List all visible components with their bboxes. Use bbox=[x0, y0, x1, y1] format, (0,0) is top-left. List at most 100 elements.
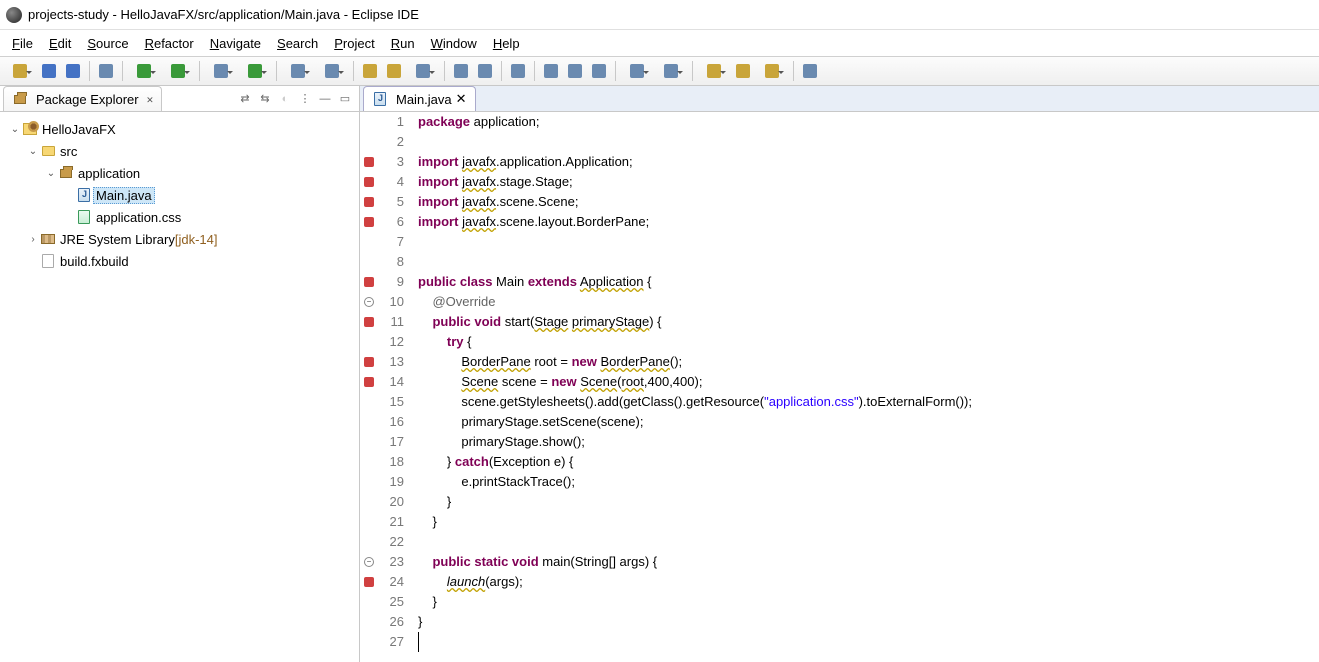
tree-item-main-java[interactable]: ›Main.java bbox=[4, 184, 355, 206]
tree-item-build-fxbuild[interactable]: ›build.fxbuild bbox=[4, 250, 355, 272]
block-sel-button[interactable] bbox=[564, 60, 586, 82]
debug-button[interactable] bbox=[128, 60, 160, 82]
code-line[interactable]: import javafx.scene.layout.BorderPane; bbox=[418, 212, 1319, 232]
ext-run-button[interactable] bbox=[239, 60, 271, 82]
code-line[interactable] bbox=[418, 532, 1319, 552]
code-line[interactable]: launch(args); bbox=[418, 572, 1319, 592]
tree-item-hellojavafx[interactable]: ⌄HelloJavaFX bbox=[4, 118, 355, 140]
code-line[interactable]: } bbox=[418, 612, 1319, 632]
view-menu-icon[interactable]: ⋮ bbox=[297, 91, 313, 107]
coverage-button[interactable] bbox=[205, 60, 237, 82]
code-editor[interactable]: −− 1234567891011121314151617181920212223… bbox=[360, 112, 1319, 662]
save-button[interactable] bbox=[38, 60, 60, 82]
pin-button[interactable] bbox=[799, 60, 821, 82]
back-button[interactable] bbox=[698, 60, 730, 82]
code-line[interactable]: primaryStage.setScene(scene); bbox=[418, 412, 1319, 432]
fold-icon[interactable]: − bbox=[364, 557, 374, 567]
twisty-icon[interactable]: › bbox=[26, 234, 40, 245]
gutter-fold[interactable]: − bbox=[360, 292, 378, 312]
code-content[interactable]: package application; import javafx.applic… bbox=[410, 112, 1319, 662]
code-line[interactable]: } bbox=[418, 492, 1319, 512]
gutter-blank[interactable] bbox=[360, 532, 378, 552]
gutter-error[interactable] bbox=[360, 312, 378, 332]
gutter-blank[interactable] bbox=[360, 592, 378, 612]
tree-item-application[interactable]: ⌄application bbox=[4, 162, 355, 184]
code-line[interactable]: Scene scene = new Scene(root,400,400); bbox=[418, 372, 1319, 392]
gutter-blank[interactable] bbox=[360, 472, 378, 492]
gutter-fold[interactable]: − bbox=[360, 552, 378, 572]
tree-item-src[interactable]: ⌄src bbox=[4, 140, 355, 162]
gutter-blank[interactable] bbox=[360, 432, 378, 452]
code-line[interactable]: e.printStackTrace(); bbox=[418, 472, 1319, 492]
open-type-button[interactable] bbox=[359, 60, 381, 82]
collapse-all-icon[interactable]: ⇄ bbox=[237, 91, 253, 107]
next-ann-button[interactable] bbox=[621, 60, 653, 82]
gutter-error[interactable] bbox=[360, 372, 378, 392]
gutter-blank[interactable] bbox=[360, 232, 378, 252]
minimize-view-icon[interactable]: — bbox=[317, 91, 333, 107]
menu-file[interactable]: File bbox=[4, 33, 41, 54]
search-button[interactable] bbox=[407, 60, 439, 82]
wand-button[interactable] bbox=[95, 60, 117, 82]
twisty-icon[interactable]: ⌄ bbox=[26, 146, 40, 157]
close-tab-icon[interactable]: ✕ bbox=[456, 91, 467, 107]
gutter-error[interactable] bbox=[360, 572, 378, 592]
open-task-button[interactable] bbox=[383, 60, 405, 82]
new-button[interactable] bbox=[4, 60, 36, 82]
code-line[interactable]: import javafx.application.Application; bbox=[418, 152, 1319, 172]
toggle-mark-button[interactable] bbox=[450, 60, 472, 82]
gutter-blank[interactable] bbox=[360, 132, 378, 152]
code-line[interactable]: primaryStage.show(); bbox=[418, 432, 1319, 452]
maximize-view-icon[interactable]: ▭ bbox=[337, 91, 353, 107]
package-tree[interactable]: ⌄HelloJavaFX⌄src⌄application›Main.java›a… bbox=[0, 112, 359, 662]
save-all-button[interactable] bbox=[62, 60, 84, 82]
code-line[interactable]: BorderPane root = new BorderPane(); bbox=[418, 352, 1319, 372]
gutter-blank[interactable] bbox=[360, 612, 378, 632]
fold-icon[interactable]: − bbox=[364, 297, 374, 307]
gutter-error[interactable] bbox=[360, 352, 378, 372]
code-line[interactable]: import javafx.scene.Scene; bbox=[418, 192, 1319, 212]
toggle-break-button[interactable] bbox=[474, 60, 496, 82]
menu-edit[interactable]: Edit bbox=[41, 33, 79, 54]
gutter-error[interactable] bbox=[360, 212, 378, 232]
fwd-all-button[interactable] bbox=[756, 60, 788, 82]
gutter-blank[interactable] bbox=[360, 252, 378, 272]
gutter-blank[interactable] bbox=[360, 492, 378, 512]
menu-help[interactable]: Help bbox=[485, 33, 528, 54]
gutter-blank[interactable] bbox=[360, 332, 378, 352]
whitespace-button[interactable] bbox=[540, 60, 562, 82]
code-line[interactable]: import javafx.stage.Stage; bbox=[418, 172, 1319, 192]
twisty-icon[interactable]: ⌄ bbox=[44, 168, 58, 179]
menu-run[interactable]: Run bbox=[383, 33, 423, 54]
gutter-error[interactable] bbox=[360, 192, 378, 212]
tree-item-jre-system-library[interactable]: ›JRE System Library [jdk-14] bbox=[4, 228, 355, 250]
fwd-button[interactable] bbox=[732, 60, 754, 82]
gutter-error[interactable] bbox=[360, 172, 378, 192]
menu-navigate[interactable]: Navigate bbox=[202, 33, 269, 54]
gutter-blank[interactable] bbox=[360, 632, 378, 652]
code-line[interactable]: package application; bbox=[418, 112, 1319, 132]
link-editor-icon[interactable]: ⇆ bbox=[257, 91, 273, 107]
gutter-blank[interactable] bbox=[360, 452, 378, 472]
code-line[interactable]: try { bbox=[418, 332, 1319, 352]
code-line[interactable]: } bbox=[418, 512, 1319, 532]
gutter-blank[interactable] bbox=[360, 512, 378, 532]
code-line[interactable]: public class Main extends Application { bbox=[418, 272, 1319, 292]
code-line[interactable]: public static void main(String[] args) { bbox=[418, 552, 1319, 572]
menu-search[interactable]: Search bbox=[269, 33, 326, 54]
menu-source[interactable]: Source bbox=[79, 33, 136, 54]
paragraph-button[interactable] bbox=[588, 60, 610, 82]
package-button[interactable] bbox=[282, 60, 314, 82]
tree-item-application-css[interactable]: ›application.css bbox=[4, 206, 355, 228]
package-explorer-tab[interactable]: Package Explorer ✕ bbox=[3, 86, 162, 111]
prev-ann-button[interactable] bbox=[655, 60, 687, 82]
twisty-icon[interactable]: ⌄ bbox=[8, 124, 22, 135]
code-line[interactable] bbox=[418, 232, 1319, 252]
run-button[interactable] bbox=[162, 60, 194, 82]
code-line[interactable]: } catch(Exception e) { bbox=[418, 452, 1319, 472]
update-button[interactable] bbox=[316, 60, 348, 82]
code-line[interactable]: } bbox=[418, 592, 1319, 612]
gutter-error[interactable] bbox=[360, 152, 378, 172]
gutter-blank[interactable] bbox=[360, 412, 378, 432]
code-line[interactable]: @Override bbox=[418, 292, 1319, 312]
